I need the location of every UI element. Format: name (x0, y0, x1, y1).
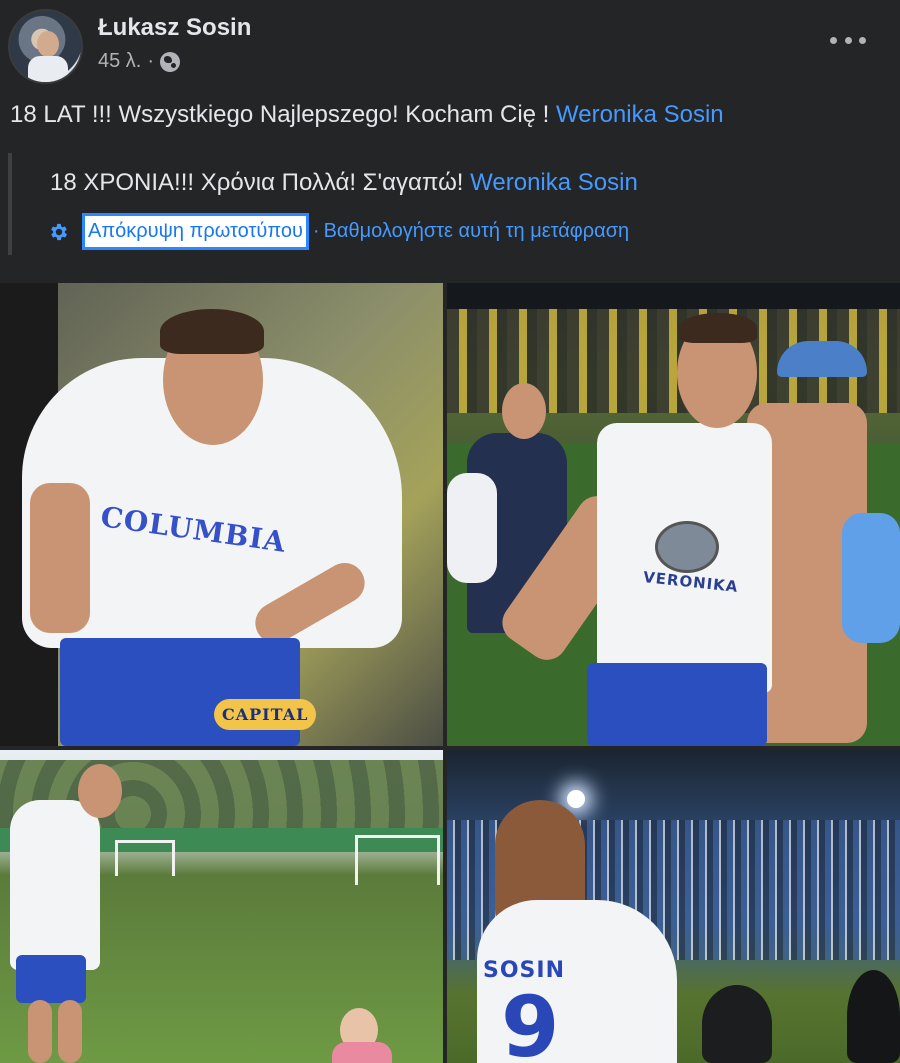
message-mention[interactable]: Weronika Sosin (556, 101, 724, 128)
avatar-shirt (28, 56, 68, 82)
post-time[interactable]: 45 λ. (98, 50, 141, 73)
meta-separator: · (147, 50, 155, 72)
teammate-head (502, 383, 546, 439)
player-head (78, 764, 122, 818)
shorts-sponsor: CAPITAL (214, 699, 317, 730)
goal-post (115, 840, 175, 876)
translation-actions: Απόκρυψη πρωτοτύπου · Βαθμολογήστε αυτή … (48, 213, 629, 250)
spectator-head (847, 970, 900, 1063)
girl-shirt-number: 9 (501, 978, 561, 1063)
referee-arm (842, 513, 900, 643)
photo-4[interactable]: SOSIN 9 (447, 750, 900, 1063)
photo-1[interactable]: COLUMBIA CAPITAL (0, 283, 443, 746)
goal-post (355, 835, 440, 885)
more-dot (859, 36, 866, 44)
post-card: Łukasz Sosin 45 λ. · 18 LAT !!! Wszystki… (0, 0, 900, 1063)
player-shirt (10, 800, 100, 970)
message-text: 18 LAT !!! Wszystkiego Najlepszego! Koch… (10, 101, 550, 128)
post-message: 18 LAT !!! Wszystkiego Najlepszego! Koch… (10, 101, 724, 129)
rate-translation-link[interactable]: Βαθμολογήστε αυτή τη μετάφραση (324, 220, 630, 243)
photo-3[interactable] (0, 750, 443, 1063)
stadium-light (567, 790, 585, 808)
player-hair (160, 309, 264, 354)
gear-icon[interactable] (48, 221, 70, 243)
photo-grid: COLUMBIA CAPITAL VERONIKA SOSIN 9 (0, 283, 900, 1063)
teammate-arm (447, 473, 497, 583)
author-avatar[interactable] (8, 9, 83, 84)
player-arm (30, 483, 90, 633)
actions-separator: · (312, 220, 320, 242)
hide-original-link[interactable]: Απόκρυψη πρωτοτύπου (82, 213, 309, 250)
fan-cap (777, 341, 867, 377)
player-leg (58, 1000, 82, 1063)
spectator-head (702, 985, 772, 1063)
author-name[interactable]: Łukasz Sosin (98, 14, 251, 42)
player-shorts (587, 663, 767, 746)
child-shirt (332, 1042, 392, 1063)
more-options-icon[interactable] (830, 28, 866, 52)
translated-mention[interactable]: Weronika Sosin (470, 169, 638, 196)
player-hair (679, 313, 757, 343)
photo-2[interactable]: VERONIKA (447, 283, 900, 746)
stadium-roof (447, 283, 900, 309)
shirt-photo (655, 521, 719, 573)
more-dot (830, 36, 837, 44)
player-leg (28, 1000, 52, 1063)
avatar-face (37, 31, 59, 57)
player-shorts (16, 955, 86, 1003)
globe-icon[interactable] (160, 51, 181, 72)
translation-block: 18 ΧΡΟΝΙΑ!!! Χρόνια Πολλά! Σ'αγαπώ! Wero… (8, 153, 888, 255)
post-header: Łukasz Sosin 45 λ. · (0, 0, 900, 92)
more-dot (844, 36, 852, 44)
translated-text: 18 ΧΡΟΝΙΑ!!! Χρόνια Πολλά! Σ'αγαπώ! (50, 169, 464, 196)
translated-message: 18 ΧΡΟΝΙΑ!!! Χρόνια Πολλά! Σ'αγαπώ! Wero… (50, 169, 638, 197)
post-meta: 45 λ. · (98, 50, 181, 73)
